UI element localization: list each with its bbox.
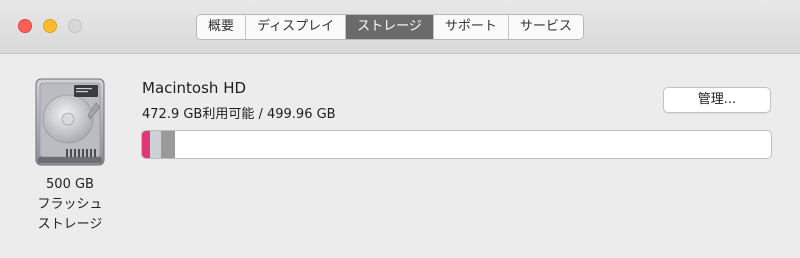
manage-button[interactable]: 管理... xyxy=(663,87,771,113)
storage-usage-bar[interactable] xyxy=(141,130,772,159)
tab-storage[interactable]: ストレージ xyxy=(346,15,434,39)
tab-overview[interactable]: 概要 xyxy=(197,15,247,39)
hard-disk-icon xyxy=(35,78,105,166)
tab-bar: 概要 ディスプレイ ストレージ サポート サービス xyxy=(196,14,584,40)
tab-displays[interactable]: ディスプレイ xyxy=(246,15,347,39)
disk-caption: 500 GB フラッシュ ストレージ xyxy=(20,175,120,235)
disk-type-line2: ストレージ xyxy=(37,217,103,232)
storage-pane: 500 GB フラッシュ ストレージ Macintosh HD 472.9 GB… xyxy=(0,55,800,258)
minimize-button[interactable] xyxy=(43,19,57,33)
volume-name: Macintosh HD xyxy=(142,79,247,97)
usage-segment-apps xyxy=(142,131,150,158)
about-this-mac-window: 概要 ディスプレイ ストレージ サポート サービス 500 GB フラッシュ ス… xyxy=(0,0,800,258)
volume-availability: 472.9 GB利用可能 / 499.96 GB xyxy=(142,107,336,122)
disk-type-line1: フラッシュ xyxy=(37,197,103,212)
usage-segment-system xyxy=(161,131,175,158)
disk-capacity: 500 GB xyxy=(46,177,94,192)
tab-support[interactable]: サポート xyxy=(433,15,509,39)
zoom-button[interactable] xyxy=(68,19,82,33)
tab-service[interactable]: サービス xyxy=(508,15,583,39)
usage-segment-other xyxy=(150,131,161,158)
title-bar: 概要 ディスプレイ ストレージ サポート サービス xyxy=(0,0,800,54)
close-button[interactable] xyxy=(18,19,32,33)
